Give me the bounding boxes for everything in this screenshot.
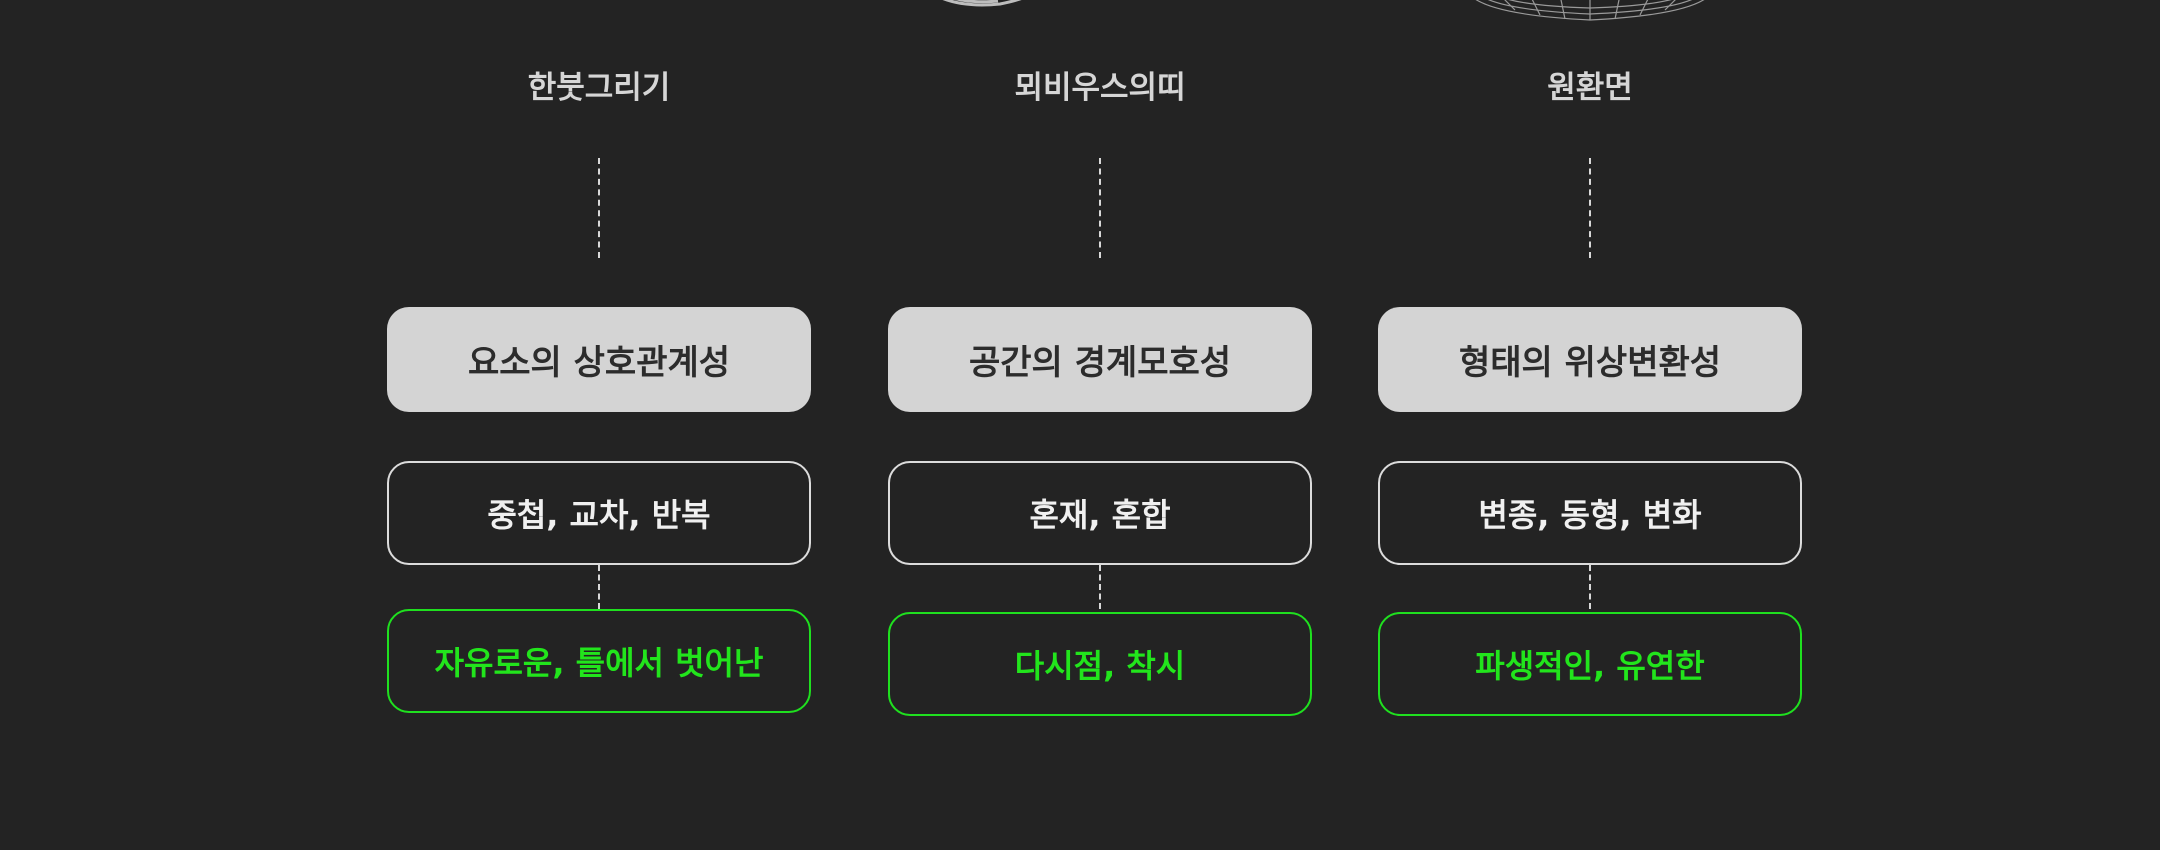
dashed-connector: [1099, 158, 1101, 258]
column-three-torus: 원환면 형태의 위상변환성 변종, 동형, 변화 파생적인, 유연한: [1378, 0, 1802, 850]
keyword-box: 혼재, 혼합: [888, 461, 1312, 565]
result-box: 다시점, 착시: [888, 612, 1312, 716]
dashed-connector: [598, 565, 600, 609]
concept-box: 공간의 경계모호성: [888, 307, 1312, 412]
concept-box: 형태의 위상변환성: [1378, 307, 1802, 412]
topic-label: 한붓그리기: [527, 70, 671, 106]
result-box: 파생적인, 유연한: [1378, 612, 1802, 716]
topic-label: 원환면: [1547, 70, 1633, 106]
dashed-connector: [598, 158, 600, 258]
dashed-connector: [1589, 158, 1591, 258]
dashed-connector: [1099, 565, 1101, 609]
concept-box: 요소의 상호관계성: [387, 307, 811, 412]
keyword-box: 중첩, 교차, 반복: [387, 461, 811, 565]
dashed-connector: [1589, 565, 1591, 609]
result-box: 자유로운, 틀에서 벗어난: [387, 609, 811, 713]
keyword-box: 변종, 동형, 변화: [1378, 461, 1802, 565]
column-two-mobius-strip: 뫼비우스의띠 공간의 경계모호성 혼재, 혼합 다시점, 착시: [888, 0, 1312, 850]
column-one-stroke-drawing: 한붓그리기 요소의 상호관계성 중첩, 교차, 반복 자유로운, 틀에서 벗어난: [387, 0, 811, 850]
topic-label: 뫼비우스의띠: [1014, 70, 1186, 106]
